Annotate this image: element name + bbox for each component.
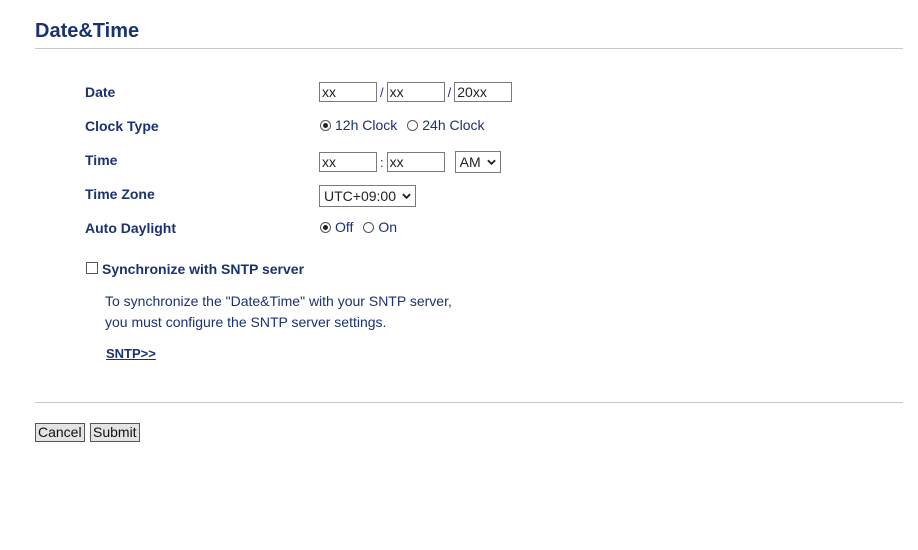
clock-24h-radio[interactable] [407,119,419,131]
cancel-button[interactable]: Cancel [35,423,85,442]
clock-type-radio-group: 12h Clock 24h Clock [320,117,495,133]
clock-24h-label: 24h Clock [422,117,485,133]
date-year-input[interactable] [454,82,513,102]
sntp-info-line-1: To synchronize the "Date&Time" with your… [105,293,452,309]
sntp-sync-checkbox[interactable] [86,262,98,274]
ampm-select[interactable]: AM [454,151,501,173]
time-minute-input[interactable] [386,152,445,172]
page-title: Date&Time [35,20,140,42]
time-zone-select[interactable]: UTC+09:00 [319,185,416,207]
footer-divider [35,402,903,403]
submit-button[interactable]: Submit [90,423,140,442]
daylight-on-label: On [378,219,398,235]
time-zone-field: UTC+09:00 [319,185,416,207]
clock-12h-label: 12h Clock [335,117,398,133]
date-month-input[interactable] [319,82,377,102]
sntp-info-line-2: you must configure the SNTP server setti… [105,314,387,330]
date-field-group: / / [319,82,513,102]
time-hour-input[interactable] [319,152,377,172]
sntp-sync-label: Synchronize with SNTP server [102,261,305,277]
daylight-off-radio[interactable] [320,221,331,233]
header-divider [35,48,903,49]
chevron-down-icon [486,159,496,166]
chevron-down-icon [402,193,411,200]
auto-daylight-label: Auto Daylight [85,220,176,236]
clock-12h-radio[interactable] [320,119,331,131]
date-day-input[interactable] [386,82,445,102]
daylight-off-label: Off [335,219,354,235]
clock-type-label: Clock Type [85,118,159,134]
time-field-group: : AM [319,151,501,173]
time-label: Time [85,152,118,168]
time-zone-value: UTC+09:00 [324,188,396,204]
sntp-settings-link[interactable]: SNTP>> [106,346,156,361]
daylight-on-radio[interactable] [363,221,375,233]
time-zone-label: Time Zone [85,186,155,202]
ampm-value: AM [459,154,481,170]
date-label: Date [85,84,116,100]
date-separator: / [380,84,384,100]
date-separator: / [447,84,452,100]
auto-daylight-radio-group: Off On [320,219,407,235]
time-separator: : [380,154,384,170]
